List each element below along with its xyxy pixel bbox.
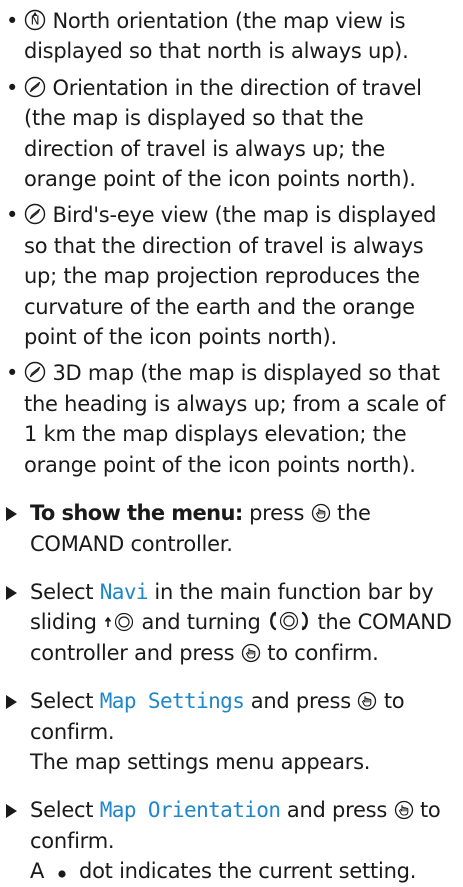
- controller-turn-icon: [267, 610, 311, 632]
- step-result-text: A: [30, 859, 45, 884]
- step-map-orientation: Select Map Orientation and press to conf…: [6, 795, 457, 886]
- step-arrow-icon: [6, 585, 17, 600]
- step-text: and turning: [141, 610, 261, 635]
- step-text: to confirm.: [267, 640, 379, 665]
- bullet-text: North orientation (the map view is displ…: [24, 9, 409, 64]
- bullet-text: Orientation in the direction of travel (…: [24, 75, 422, 192]
- bullet-text: Bird's-eye view (the map is displayed so…: [24, 203, 437, 350]
- step-text: Select: [30, 798, 94, 823]
- manual-page: • N North orientation (the map view is d…: [0, 0, 463, 883]
- bullet-birds-eye-view: • Bird's-eye view (the map is displayed …: [6, 200, 457, 352]
- bullet-dot: •: [6, 203, 19, 228]
- controller-press-icon: [357, 691, 377, 711]
- step-result: A dot indicates the current setting.: [30, 856, 457, 886]
- compass-heading-icon: [24, 76, 46, 98]
- controller-press-icon: [394, 800, 414, 820]
- menu-keyword-navi: Navi: [99, 579, 149, 604]
- step-heading: To show the menu:: [30, 501, 243, 526]
- menu-keyword-map-orientation: Map Orientation: [99, 798, 281, 823]
- step-result-text: dot indicates the current setting.: [79, 859, 417, 884]
- step-show-menu: To show the menu: press the COMAND contr…: [6, 498, 457, 559]
- compass-heading-icon: [24, 203, 46, 225]
- step-result: The map settings menu appears.: [30, 749, 371, 774]
- step-text: press: [249, 501, 305, 526]
- bullet-text: 3D map (the map is displayed so that the…: [24, 361, 446, 477]
- step-map-settings: Select Map Settings and press to confirm…: [6, 686, 457, 777]
- bullet-dot: •: [6, 9, 19, 33]
- step-text: Select: [30, 689, 94, 714]
- bullet-dot: •: [6, 75, 19, 100]
- step-arrow-icon: [6, 695, 17, 710]
- controller-slide-up-icon: [103, 612, 135, 632]
- selected-dot-icon: [51, 867, 73, 881]
- north-orientation-icon: N: [24, 9, 46, 31]
- controller-press-icon: [311, 503, 331, 523]
- compass-heading-icon: [24, 361, 46, 383]
- step-text: Select: [30, 579, 94, 604]
- step-text: and press: [250, 689, 352, 714]
- step-select-navi: Select Navi in the main function bar by …: [6, 577, 457, 668]
- step-text: and press: [286, 798, 388, 823]
- step-arrow-icon: [6, 507, 17, 522]
- bullet-dot: •: [6, 361, 19, 386]
- step-arrow-icon: [6, 804, 17, 819]
- controller-press-icon: [241, 643, 261, 663]
- bullet-direction-of-travel: • Orientation in the direction of travel…: [6, 73, 457, 195]
- menu-keyword-map-settings: Map Settings: [99, 689, 245, 714]
- bullet-north-orientation: • N North orientation (the map view is d…: [6, 6, 457, 67]
- bullet-3d-map: • 3D map (the map is displayed so that t…: [6, 358, 457, 480]
